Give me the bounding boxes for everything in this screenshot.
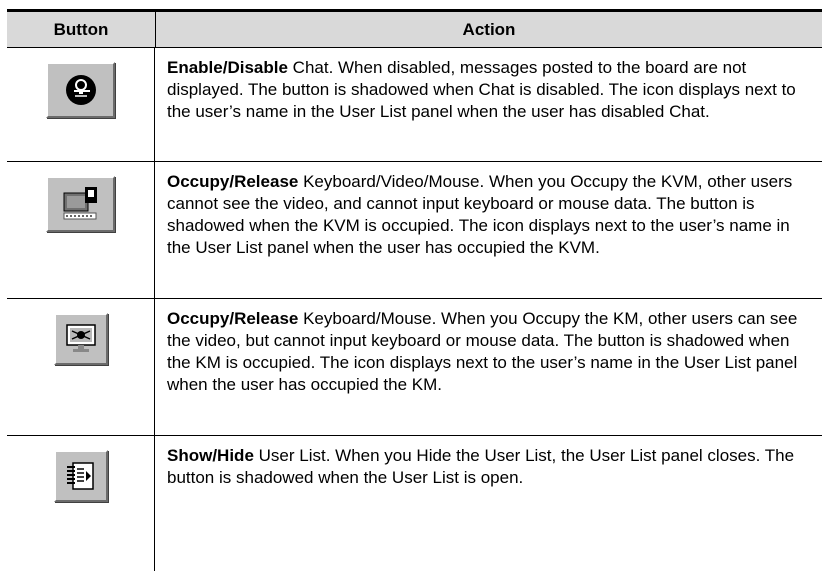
header-action: Action — [462, 19, 516, 39]
km-occupy-icon — [64, 322, 98, 356]
table-row-chat: Enable/Disable Chat. When disabled, mess… — [7, 48, 822, 162]
chat-button[interactable] — [46, 62, 115, 118]
table-row-kvm: Occupy/Release Keyboard/Video/Mouse. Whe… — [7, 162, 822, 299]
button-action-table: Button Action Enable/Disable Chat. When … — [7, 9, 822, 571]
action-bold: Occupy/Release — [167, 172, 299, 191]
kvm-occupy-icon — [61, 185, 101, 223]
table-header: Button Action — [7, 12, 822, 48]
table-row-user-list: Show/Hide User List. When you Hide the U… — [7, 436, 822, 571]
header-button: Button — [7, 12, 156, 47]
kvm-occupy-button[interactable] — [46, 176, 115, 232]
action-bold: Occupy/Release — [167, 309, 299, 328]
action-body: User List. When you Hide the User List, … — [167, 446, 795, 487]
chat-icon — [63, 72, 99, 108]
action-bold: Enable/Disable — [167, 58, 288, 77]
action-text: Occupy/Release Keyboard/Video/Mouse. Whe… — [155, 162, 822, 298]
action-text: Show/Hide User List. When you Hide the U… — [155, 436, 822, 571]
km-occupy-button[interactable] — [53, 313, 108, 365]
user-list-icon — [64, 460, 98, 492]
user-list-button[interactable] — [53, 450, 108, 502]
action-text: Enable/Disable Chat. When disabled, mess… — [155, 48, 822, 161]
action-bold: Show/Hide — [167, 446, 254, 465]
table-row-km: Occupy/Release Keyboard/Mouse. When you … — [7, 299, 822, 436]
action-text: Occupy/Release Keyboard/Mouse. When you … — [155, 299, 822, 435]
